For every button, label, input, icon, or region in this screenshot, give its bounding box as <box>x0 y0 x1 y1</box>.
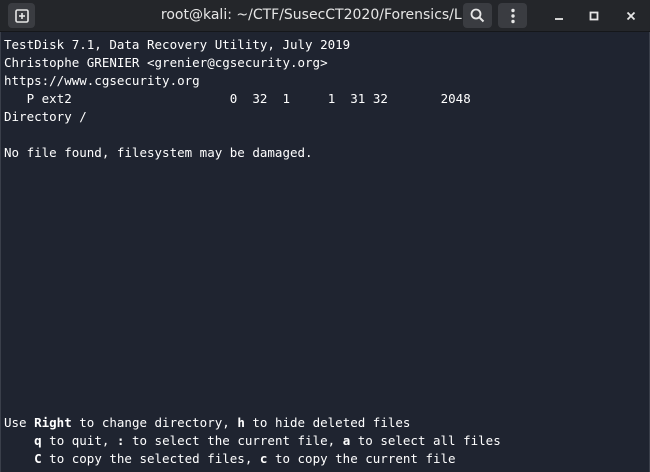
help-line-3: C to copy the selected files, c to copy … <box>4 450 501 468</box>
help-text: Use <box>4 415 35 430</box>
minimize-button[interactable] <box>546 3 572 28</box>
maximize-button[interactable] <box>581 3 607 28</box>
search-icon <box>470 8 485 23</box>
partition-fs: ext2 <box>41 91 72 106</box>
new-tab-icon <box>14 8 29 23</box>
minimize-icon <box>555 17 563 20</box>
partition-status: P <box>26 91 35 106</box>
help-text: to select the current file, <box>124 433 343 448</box>
kebab-menu-icon <box>510 8 515 23</box>
key-q: q <box>34 433 42 448</box>
help-text: to copy the selected files, <box>41 451 260 466</box>
partition-start-s: 1 <box>282 91 291 106</box>
header-line-3: https://www.cgsecurity.org <box>4 73 200 88</box>
new-tab-button[interactable] <box>8 3 35 28</box>
help-line-2: q to quit, : to select the current file,… <box>4 432 501 450</box>
help-text: to select all files <box>350 433 501 448</box>
terminal-window: root@kali: ~/CTF/SusecCT2020/Forensics/L… <box>0 0 650 472</box>
key-right: Right <box>34 415 72 430</box>
partition-start-h: 32 <box>252 91 268 106</box>
title-bar[interactable]: root@kali: ~/CTF/SusecCT2020/Forensics/L… <box>0 0 650 32</box>
help-footer: Use Right to change directory, h to hide… <box>4 414 501 468</box>
help-text: to quit, <box>41 433 117 448</box>
partition-row: P ext2 0 32 1 1 31 32 2048 <box>4 90 649 108</box>
partition-size: 2048 <box>440 91 471 106</box>
close-icon <box>626 11 636 20</box>
help-text: to copy the current file <box>267 451 456 466</box>
directory-line: Directory / <box>4 109 87 124</box>
key-C: C <box>34 451 42 466</box>
terminal-content[interactable]: TestDisk 7.1, Data Recovery Utility, Jul… <box>0 32 650 472</box>
maximize-icon <box>589 11 599 20</box>
partition-end-h: 31 <box>350 91 366 106</box>
help-line-1: Use Right to change directory, h to hide… <box>4 414 501 432</box>
close-button[interactable] <box>618 3 644 28</box>
header-line-2: Christophe GRENIER <grenier@cgsecurity.o… <box>4 55 328 70</box>
status-message: No file found, filesystem may be damaged… <box>4 145 313 160</box>
window-title: root@kali: ~/CTF/SusecCT2020/Forensics/L… <box>160 7 490 23</box>
help-text: to change directory, <box>71 415 238 430</box>
key-h: h <box>237 415 245 430</box>
help-text: to hide deleted files <box>244 415 411 430</box>
search-button[interactable] <box>463 3 492 28</box>
header-line-1: TestDisk 7.1, Data Recovery Utility, Jul… <box>4 37 351 52</box>
menu-button[interactable] <box>498 3 527 28</box>
partition-end-s: 32 <box>372 91 388 106</box>
